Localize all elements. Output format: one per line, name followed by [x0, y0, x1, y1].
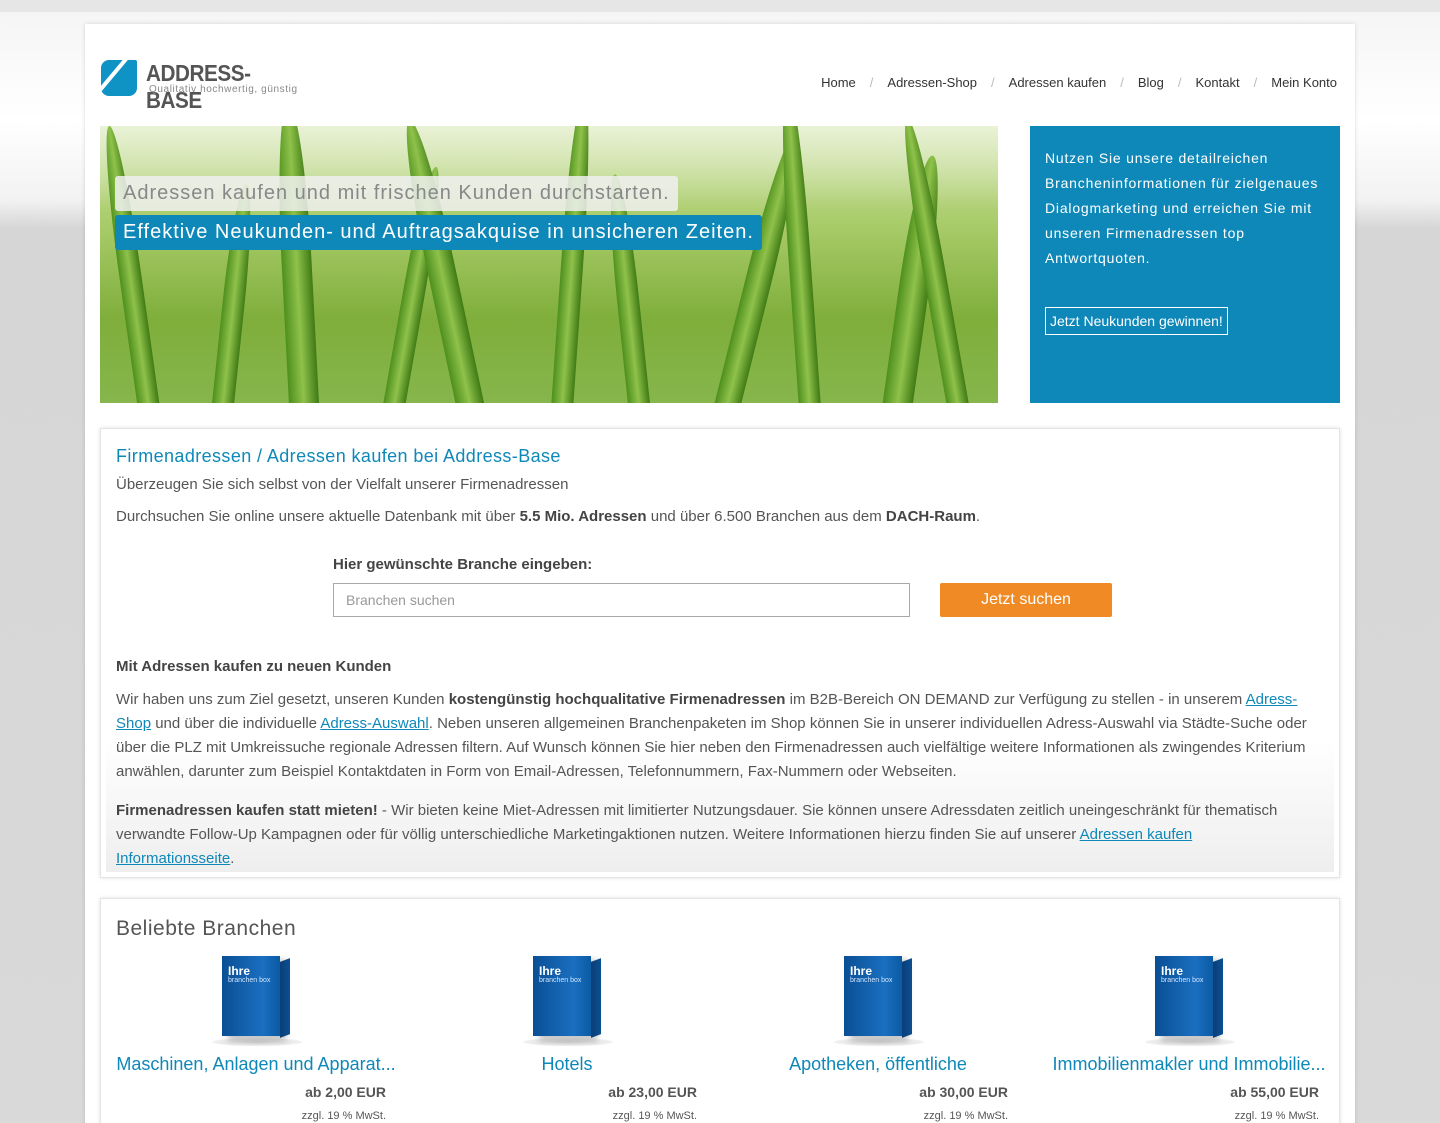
product-price: ab 2,00 EUR: [305, 1084, 386, 1100]
product-tax: zzgl. 19 % MwSt.: [1234, 1110, 1319, 1122]
nav-separator: /: [991, 75, 995, 90]
text: Wir haben uns zum Ziel gesetzt, unseren …: [116, 691, 449, 708]
box-shadow: [1145, 1038, 1235, 1046]
product-price: ab 55,00 EUR: [1230, 1084, 1319, 1100]
logo[interactable]: ADDRESS-BASE Qualitativ hochwertig, güns…: [101, 60, 301, 113]
nav-adressen-shop[interactable]: Adressen-Shop: [887, 75, 977, 90]
product-card[interactable]: Ihre branchen box Hotels ab 23,00 EUR zz…: [427, 954, 707, 1122]
link-adress-auswahl[interactable]: Adress-Auswahl: [320, 715, 428, 732]
hero-caption-2: Effektive Neukunden- und Auftragsakquise…: [115, 215, 762, 250]
grass-blade: [776, 126, 822, 403]
branch-box-icon: Ihre branchen box: [533, 956, 591, 1036]
text-bold: Firmenadressen kaufen statt mieten!: [116, 802, 378, 819]
box-label: Ihre: [539, 964, 562, 978]
product-name[interactable]: Maschinen, Anlagen und Apparat...: [116, 1054, 396, 1075]
about-heading: Mit Adressen kaufen zu neuen Kunden: [116, 658, 392, 675]
branch-search-input[interactable]: [333, 583, 910, 617]
product-tax: zzgl. 19 % MwSt.: [923, 1110, 1008, 1122]
product-box-image[interactable]: Ihre branchen box: [206, 954, 306, 1046]
product-card[interactable]: Ihre branchen box Apotheken, öffentliche…: [738, 954, 1018, 1122]
search-label: Hier gewünschte Branche eingeben:: [333, 556, 593, 573]
text: und über die individuelle: [151, 715, 321, 732]
background-band: [0, 0, 1440, 12]
box-side: [902, 958, 912, 1038]
box-label: Ihre: [1161, 964, 1184, 978]
box-shadow: [834, 1038, 924, 1046]
product-price: ab 30,00 EUR: [919, 1084, 1008, 1100]
text: .: [230, 850, 235, 867]
box-sublabel: branchen box: [228, 977, 271, 984]
hero-slider[interactable]: Adressen kaufen und mit frischen Kunden …: [100, 126, 998, 403]
box-shadow: [523, 1038, 613, 1046]
nav-separator: /: [869, 75, 874, 90]
branch-box-icon: Ihre branchen box: [222, 956, 280, 1036]
text: .: [975, 508, 981, 525]
product-box-image[interactable]: Ihre branchen box: [517, 954, 617, 1046]
intro-search-text: Durchsuchen Sie online unsere aktuelle D…: [116, 505, 1314, 529]
nav-kontakt[interactable]: Kontakt: [1196, 75, 1240, 90]
sidebox-text: Nutzen Sie unsere detailreichen Branchen…: [1045, 150, 1319, 266]
search-button[interactable]: Jetzt suchen: [940, 583, 1112, 617]
page-wrapper: ADDRESS-BASE Qualitativ hochwertig, güns…: [85, 24, 1355, 1123]
nav-blog[interactable]: Blog: [1138, 75, 1164, 90]
box-side: [591, 958, 601, 1038]
intro-subtitle: Überzeugen Sie sich selbst von der Vielf…: [116, 476, 569, 493]
product-name[interactable]: Immobilienmakler und Immobilie...: [1049, 1054, 1329, 1075]
grass-blade: [273, 126, 320, 403]
product-tax: zzgl. 19 % MwSt.: [301, 1110, 386, 1122]
product-tax: zzgl. 19 % MwSt.: [612, 1110, 697, 1122]
nav-separator: /: [1120, 75, 1124, 90]
box-label: Ihre: [228, 964, 251, 978]
logo-subtitle: Qualitativ hochwertig, günstig: [149, 84, 298, 95]
product-name[interactable]: Hotels: [427, 1054, 707, 1075]
box-shadow: [212, 1038, 302, 1046]
text: im B2B-Bereich ON DEMAND zur Verfügung z…: [785, 691, 1246, 708]
text: und über 6.500 Branchen aus dem: [646, 508, 886, 525]
text: Durchsuchen Sie online unsere aktuelle D…: [116, 508, 520, 525]
nav-mein-konto[interactable]: Mein Konto: [1271, 75, 1337, 90]
logo-icon: [101, 60, 137, 96]
branch-box-icon: Ihre branchen box: [1155, 956, 1213, 1036]
product-name[interactable]: Apotheken, öffentliche: [738, 1054, 1018, 1075]
grass-blade: [100, 126, 162, 403]
popular-branches-section: Beliebte Branchen Ihre branchen box Masc…: [100, 898, 1340, 1123]
box-side: [1213, 958, 1223, 1038]
nav-adressen-kaufen[interactable]: Adressen kaufen: [1009, 75, 1107, 90]
intro-title: Firmenadressen / Adressen kaufen bei Add…: [116, 446, 561, 466]
popular-title: Beliebte Branchen: [116, 917, 297, 940]
product-price: ab 23,00 EUR: [608, 1084, 697, 1100]
main-nav: Home / Adressen-Shop / Adressen kaufen /…: [821, 75, 1337, 90]
text-bold: kostengünstig hochqualitative Firmenadre…: [448, 691, 786, 708]
hero-caption-1: Adressen kaufen und mit frischen Kunden …: [115, 176, 678, 211]
box-side: [280, 958, 290, 1038]
about-paragraph-2: Firmenadressen kaufen statt mieten! - Wi…: [116, 799, 1314, 871]
gain-customers-button[interactable]: Jetzt Neukunden gewinnen!: [1045, 307, 1228, 335]
product-card[interactable]: Ihre branchen box Immobilienmakler und I…: [1049, 954, 1329, 1122]
about-paragraph-1: Wir haben uns zum Ziel gesetzt, unseren …: [116, 688, 1314, 784]
box-sublabel: branchen box: [1161, 977, 1204, 984]
grass-blade: [550, 126, 595, 403]
branch-box-icon: Ihre branchen box: [844, 956, 902, 1036]
nav-separator: /: [1253, 75, 1258, 90]
product-box-image[interactable]: Ihre branchen box: [1139, 954, 1239, 1046]
nav-home[interactable]: Home: [821, 75, 856, 90]
intro-section: Firmenadressen / Adressen kaufen bei Add…: [100, 428, 1340, 878]
text-bold: DACH-Raum: [885, 508, 976, 525]
nav-separator: /: [1177, 75, 1182, 90]
text-bold: 5.5 Mio. Adressen: [519, 508, 647, 525]
box-sublabel: branchen box: [539, 977, 582, 984]
info-sidebox: Nutzen Sie unsere detailreichen Branchen…: [1030, 126, 1340, 403]
product-box-image[interactable]: Ihre branchen box: [828, 954, 928, 1046]
product-card[interactable]: Ihre branchen box Maschinen, Anlagen und…: [116, 954, 396, 1122]
box-label: Ihre: [850, 964, 873, 978]
box-sublabel: branchen box: [850, 977, 893, 984]
